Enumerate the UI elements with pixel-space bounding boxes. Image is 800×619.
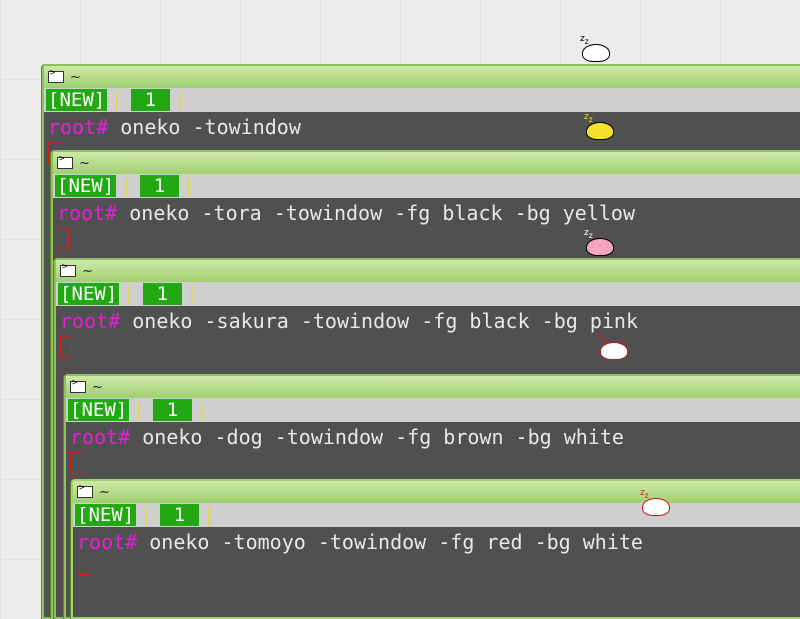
terminal-content[interactable]: root# oneko -dog -towindow -fg brown -bg… — [66, 422, 800, 482]
shell-command: oneko -towindow — [120, 115, 301, 139]
tab-separator: | — [120, 175, 132, 197]
cat-body — [586, 238, 614, 256]
terminal-icon — [57, 154, 73, 169]
zz-text: zz — [598, 332, 607, 344]
window-title: ~ — [70, 69, 81, 85]
terminal-icon — [48, 68, 64, 83]
tab-new[interactable]: [NEW] — [75, 504, 137, 526]
cat-body — [582, 44, 610, 62]
terminal-content[interactable]: root# oneko -tomoyo -towindow -fg red -b… — [73, 527, 800, 583]
zz-text: zz — [580, 34, 589, 46]
tab-separator: | — [203, 504, 215, 526]
shell-command: oneko -tomoyo -towindow -fg red -bg whit… — [149, 530, 643, 554]
zz-text: zz — [584, 112, 593, 124]
window-title: ~ — [99, 484, 110, 500]
tab-separator: | — [196, 399, 208, 421]
tab-1[interactable]: 1 — [139, 175, 180, 197]
sleeping-character-red-icon[interactable]: zz — [638, 488, 672, 516]
shell-prompt: root# — [70, 425, 131, 449]
terminal-icon — [77, 483, 93, 498]
tab-1[interactable]: 1 — [152, 399, 193, 421]
tab-separator: | — [183, 175, 195, 197]
window-title: ~ — [82, 263, 93, 279]
tab-1[interactable]: 1 — [159, 504, 200, 526]
terminal-window-5[interactable]: ~ [NEW] | 1 | root# oneko -tomoyo -towin… — [71, 479, 800, 619]
tab-separator: | — [133, 399, 145, 421]
sleeping-cat-pink-icon[interactable]: zz — [582, 228, 616, 256]
window-titlebar[interactable]: ~ — [53, 152, 800, 174]
tab-new[interactable]: [NEW] — [46, 89, 108, 111]
shell-prompt: root# — [57, 201, 118, 225]
terminal-icon — [70, 378, 86, 393]
window-titlebar[interactable]: ~ — [73, 481, 800, 503]
shell-prompt: root# — [48, 115, 109, 139]
character-body — [642, 498, 670, 516]
terminal-cursor — [70, 452, 82, 474]
zz-text: zz — [584, 228, 593, 240]
tab-separator: | — [186, 283, 198, 305]
sleeping-cat-white-icon[interactable]: zz — [578, 34, 612, 62]
window-title: ~ — [79, 155, 90, 171]
terminal-icon — [60, 262, 76, 277]
window-titlebar[interactable]: ~ — [44, 66, 800, 88]
tab-new[interactable]: [NEW] — [58, 283, 120, 305]
shell-command: oneko -tora -towindow -fg black -bg yell… — [129, 201, 635, 225]
tab-bar: [NEW] | 1 | — [66, 398, 800, 422]
sleeping-cat-yellow-icon[interactable]: zz — [582, 112, 616, 140]
tab-1[interactable]: 1 — [130, 89, 171, 111]
cat-body — [586, 122, 614, 140]
tab-separator: | — [174, 89, 186, 111]
zz-text: zz — [640, 488, 649, 500]
terminal-cursor — [57, 228, 69, 250]
tab-bar: [NEW] | 1 | — [56, 282, 800, 306]
tab-separator: | — [111, 89, 123, 111]
shell-prompt: root# — [77, 530, 138, 554]
terminal-content[interactable]: root# oneko -sakura -towindow -fg black … — [56, 306, 800, 366]
shell-command: oneko -sakura -towindow -fg black -bg pi… — [132, 309, 638, 333]
window-titlebar[interactable]: ~ — [56, 260, 800, 282]
shell-command: oneko -dog -towindow -fg brown -bg white — [142, 425, 624, 449]
tab-new[interactable]: [NEW] — [55, 175, 117, 197]
terminal-cursor — [60, 336, 72, 358]
tab-1[interactable]: 1 — [142, 283, 183, 305]
tab-bar: [NEW] | 1 | — [73, 503, 800, 527]
tab-bar: [NEW] | 1 | — [44, 88, 800, 112]
tab-separator: | — [140, 504, 152, 526]
window-title: ~ — [92, 379, 103, 395]
terminal-cursor — [77, 567, 89, 575]
sleeping-dog-red-icon[interactable]: zz — [596, 332, 630, 360]
tab-separator: | — [123, 283, 135, 305]
shell-prompt: root# — [60, 309, 121, 333]
tab-new[interactable]: [NEW] — [68, 399, 130, 421]
window-titlebar[interactable]: ~ — [66, 376, 800, 398]
dog-body — [600, 342, 628, 360]
terminal-content[interactable]: root# oneko -tora -towindow -fg black -b… — [53, 198, 800, 258]
tab-bar: [NEW] | 1 | — [53, 174, 800, 198]
